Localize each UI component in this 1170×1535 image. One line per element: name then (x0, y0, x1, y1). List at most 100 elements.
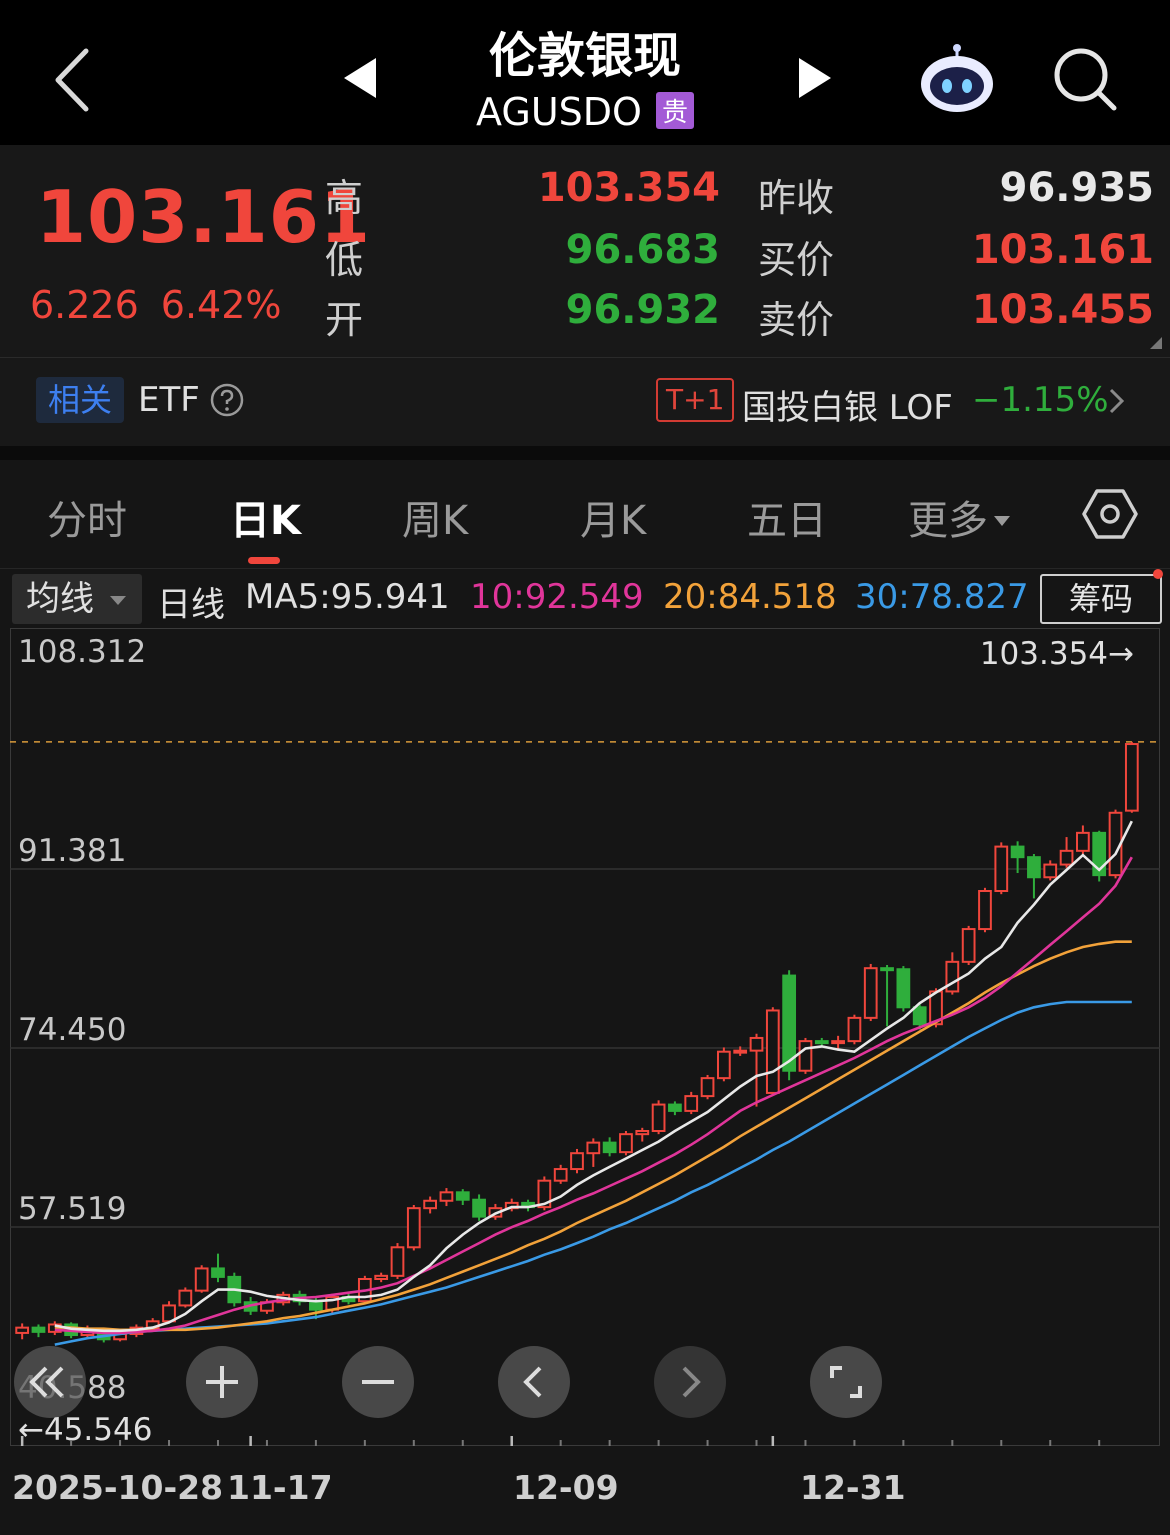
last-price: 103.161 (36, 175, 371, 259)
candle-body (896, 968, 911, 1009)
ma30-line (54, 1000, 1132, 1346)
period-tabs: 分时 日K 周K 月K 五日 更多 (0, 460, 1170, 569)
candle-body (863, 967, 878, 1019)
candle-body (912, 1006, 927, 1026)
prev-instrument-icon[interactable] (340, 56, 380, 100)
double-chevron-left-icon (29, 1366, 64, 1398)
candle-body (570, 1152, 584, 1171)
related-etf-bar[interactable]: 相关 ETF T+1 国投白银 LOF −1.15% (0, 358, 1170, 446)
search-icon[interactable] (1052, 46, 1118, 112)
open-label: 开 (325, 298, 364, 342)
max-price-marker: 103.354→ (980, 636, 1134, 672)
candle-body (586, 1141, 601, 1155)
tab-more[interactable]: 更多 (908, 488, 1010, 546)
zoom-out-button[interactable] (342, 1346, 414, 1418)
high-label: 高 (325, 176, 364, 220)
candle-body (961, 928, 976, 963)
candle-body (423, 1199, 438, 1210)
candle-body (15, 1326, 30, 1334)
ask-label: 卖价 (758, 298, 835, 342)
assistant-robot-icon[interactable] (918, 40, 996, 114)
candle-body (684, 1095, 699, 1112)
candle-body (1059, 849, 1074, 866)
candle-body (847, 1016, 862, 1043)
kline-chart[interactable]: 108.31291.38174.45057.51940.588103.354→←… (10, 628, 1160, 1446)
fullscreen-icon (830, 1366, 862, 1398)
y-tick-label: 74.450 (18, 1012, 126, 1048)
tab-more-label: 更多 (908, 498, 988, 544)
plus-icon (206, 1366, 238, 1398)
candle-body (406, 1207, 421, 1249)
candle-body (439, 1191, 454, 1202)
candle-body (390, 1246, 405, 1277)
bid-value: 103.161 (971, 227, 1154, 273)
change-amount: 6.226 (30, 283, 139, 327)
chevron-left-icon (523, 1366, 542, 1398)
price-change: 6.226 6.42% (30, 283, 282, 327)
settings-hexagon-icon[interactable] (1082, 488, 1138, 540)
candle-body (831, 1040, 845, 1045)
candle-body (211, 1267, 225, 1278)
tab-intraday[interactable]: 分时 (47, 488, 127, 546)
candle-body (945, 960, 960, 993)
candle-body (602, 1141, 617, 1154)
zoom-in-button[interactable] (186, 1346, 258, 1418)
candle-body (765, 1009, 780, 1094)
ask-value: 103.455 (971, 287, 1154, 333)
active-tab-indicator (248, 557, 280, 564)
back-icon[interactable] (50, 45, 100, 115)
indicator-select[interactable]: 均线 (12, 574, 142, 624)
quote-panel: 103.161 6.226 6.42% 高 低 开 103.354 96.683 … (0, 145, 1170, 358)
period-label: 日线 (157, 585, 225, 625)
section-divider (0, 446, 1170, 460)
chevron-right-icon[interactable] (1106, 386, 1126, 416)
scroll-to-start-button[interactable] (14, 1346, 86, 1418)
fullscreen-button[interactable] (810, 1346, 882, 1418)
candle-body (749, 1036, 764, 1052)
scroll-right-button[interactable] (654, 1346, 726, 1418)
fund-name[interactable]: 国投白银 LOF (742, 380, 953, 429)
candle-body (1010, 845, 1025, 859)
tab-five-day[interactable]: 五日 (747, 488, 827, 546)
candle-body (994, 845, 1009, 893)
candle-body (733, 1049, 748, 1054)
indicator-select-value: 均线 (26, 579, 94, 619)
candle-body (553, 1168, 568, 1182)
ma5-line (54, 820, 1133, 1333)
fund-change: −1.15% (972, 380, 1109, 420)
candle-body (635, 1129, 650, 1136)
tab-weekly-k[interactable]: 周K (402, 488, 468, 546)
candle-body (194, 1267, 209, 1292)
candle-body (1124, 743, 1139, 812)
next-instrument-icon[interactable] (795, 56, 835, 100)
minus-icon (362, 1380, 394, 1384)
tab-daily-k[interactable]: 日K (230, 488, 301, 546)
expand-corner-icon[interactable] (1150, 337, 1162, 349)
ma10-value: 10:92.549 (470, 577, 644, 617)
low-label: 低 (325, 238, 364, 282)
ma5-value: MA5:95.941 (245, 577, 450, 617)
help-icon[interactable] (210, 383, 244, 417)
ma20-value: 20:84.518 (663, 577, 837, 617)
related-tag: 相关 (36, 377, 124, 423)
candle-body (880, 967, 894, 972)
chip-distribution-button[interactable]: 筹码 (1040, 574, 1162, 624)
ma-legend-bar: 均线 日线 MA5:95.941 10:92.549 20:84.518 30:… (0, 569, 1170, 627)
prev-close-label: 昨收 (758, 176, 835, 220)
tab-monthly-k[interactable]: 月K (580, 488, 646, 546)
candle-body (178, 1289, 193, 1307)
candle-body (455, 1191, 470, 1201)
etf-label: ETF (138, 380, 200, 420)
x-tick-label: 12-31 (800, 1468, 906, 1507)
high-value: 103.354 (537, 165, 720, 211)
t1-tag: T+1 (656, 378, 735, 422)
candle-body (798, 1040, 813, 1072)
y-tick-label: 108.312 (18, 634, 146, 670)
candle-body (619, 1133, 633, 1154)
notification-dot (1153, 569, 1163, 579)
candle-body (668, 1103, 682, 1112)
candle-body (31, 1326, 46, 1333)
scroll-left-button[interactable] (498, 1346, 570, 1418)
caret-down-icon (110, 596, 126, 605)
x-tick-label: 12-09 (513, 1468, 619, 1507)
